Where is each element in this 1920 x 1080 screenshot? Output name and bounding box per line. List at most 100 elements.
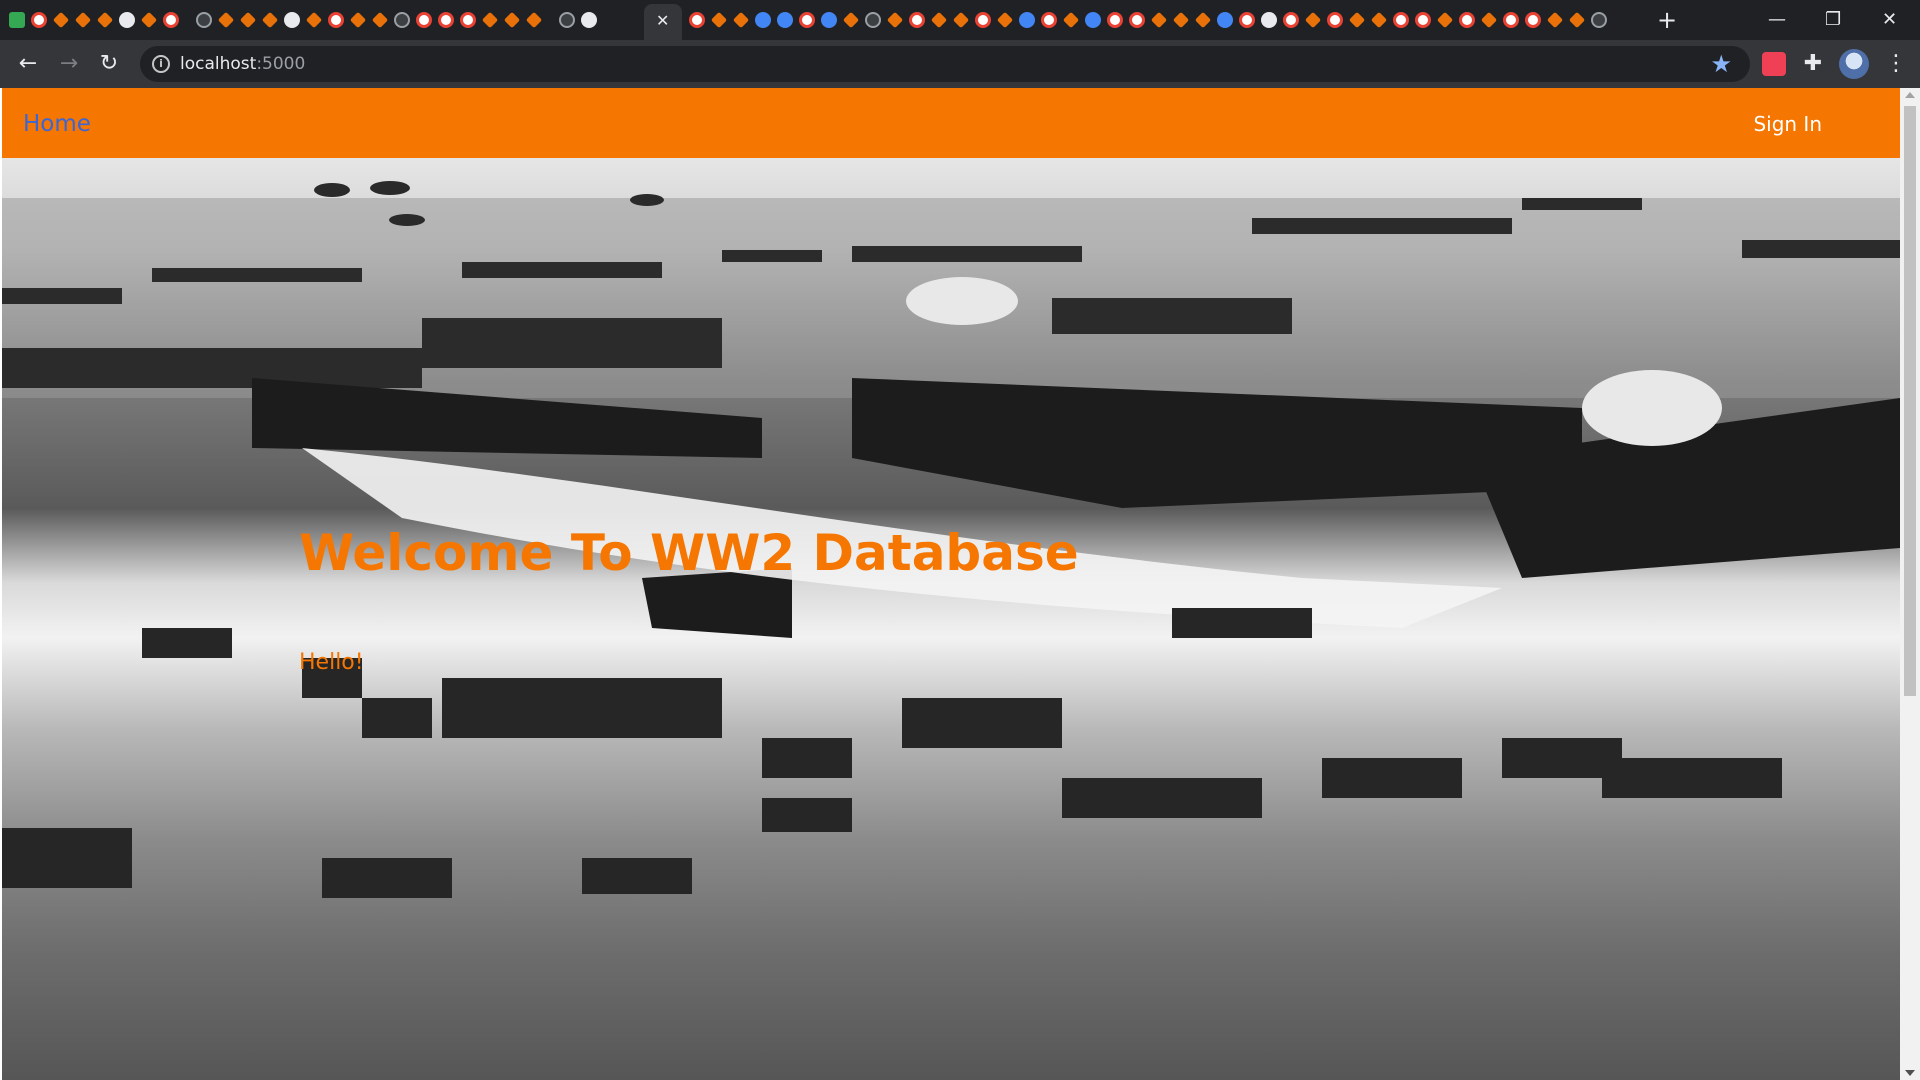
tab-favicon-icon[interactable] [777, 12, 793, 28]
tab-favicon-icon[interactable] [1436, 11, 1454, 29]
tab-favicon-icon[interactable] [1129, 12, 1145, 28]
tab-favicon-icon[interactable] [416, 12, 432, 28]
tab-favicon-icon[interactable] [710, 11, 728, 29]
hero-background-photo [2, 181, 1900, 898]
tab-favicon-icon[interactable] [1304, 11, 1322, 29]
restore-button[interactable]: ❐ [1825, 6, 1841, 34]
tab-favicon-icon[interactable] [481, 11, 499, 29]
tab-close-icon[interactable]: ✕ [656, 10, 669, 32]
url-text[interactable]: localhost:5000 [180, 54, 305, 74]
tab-strip: ✕ + — ❐ ✕ [0, 0, 1920, 40]
tab-favicon-icon[interactable] [119, 12, 135, 28]
forward-arrow-icon[interactable]: → [55, 50, 83, 78]
info-icon[interactable]: i [152, 55, 170, 73]
tab-favicon-icon[interactable] [1591, 12, 1607, 28]
scrollbar-thumb[interactable] [1904, 106, 1916, 696]
tab-favicon-icon[interactable] [1327, 12, 1343, 28]
tab-favicon-icon[interactable] [1041, 12, 1057, 28]
tab-favicon-icon[interactable] [140, 11, 158, 29]
tab-favicon-icon[interactable] [74, 11, 92, 29]
tab-favicon-icon[interactable] [96, 11, 114, 29]
tab-favicon-icon[interactable] [196, 12, 212, 28]
tab-favicon-icon[interactable] [460, 12, 476, 28]
tab-favicon-icon[interactable] [217, 11, 235, 29]
tab-favicon-icon[interactable] [755, 12, 771, 28]
tab-favicon-icon[interactable] [930, 11, 948, 29]
tab-favicon-icon[interactable] [525, 11, 543, 29]
tab-favicon-icon[interactable] [732, 11, 750, 29]
minimize-button[interactable]: — [1768, 6, 1786, 34]
home-link[interactable]: Home [23, 110, 91, 138]
url-port: :5000 [256, 54, 306, 74]
url-host: localhost [180, 54, 257, 74]
tab-favicon-icon[interactable] [842, 11, 860, 29]
reload-icon[interactable]: ↻ [95, 50, 123, 78]
page-viewport: Home Sign In Welcome To WW2 Database Hel… [0, 88, 1920, 1080]
hero-subtitle: Hello! [299, 650, 364, 675]
kebab-menu-icon[interactable]: ⋮ [1884, 52, 1908, 76]
tab-favicon-icon[interactable] [1283, 12, 1299, 28]
address-bar[interactable]: i localhost:5000 ★ [140, 46, 1750, 82]
tab-favicon-icon[interactable] [328, 12, 344, 28]
tab-favicon-icon[interactable] [1172, 11, 1190, 29]
tab-favicon-icon[interactable] [1503, 12, 1519, 28]
scroll-down-arrow-icon[interactable] [1905, 1070, 1915, 1076]
tab-favicon-icon[interactable] [909, 12, 925, 28]
tab-favicon-icon[interactable] [1415, 12, 1431, 28]
tab-favicon-icon[interactable] [1393, 12, 1409, 28]
browser-toolbar: ← → ↻ i localhost:5000 ★ ✚ ⋮ [0, 40, 1920, 88]
site-navbar: Home Sign In [2, 88, 1900, 158]
tab-favicon-icon[interactable] [975, 12, 991, 28]
tab-favicon-icon[interactable] [1107, 12, 1123, 28]
avatar-icon[interactable] [1839, 49, 1869, 79]
back-arrow-icon[interactable]: ← [14, 50, 42, 78]
tab-favicon-icon[interactable] [689, 12, 705, 28]
tab-favicon-icon[interactable] [1019, 12, 1035, 28]
window-close-button[interactable]: ✕ [1882, 6, 1897, 34]
tab-favicon-icon[interactable] [1217, 12, 1233, 28]
tab-favicon-icon[interactable] [9, 12, 25, 28]
tab-favicon-icon[interactable] [1150, 11, 1168, 29]
tab-favicon-icon[interactable] [1261, 12, 1277, 28]
tab-favicon-icon[interactable] [952, 11, 970, 29]
tab-favicon-icon[interactable] [1194, 11, 1212, 29]
tab-favicon-icon[interactable] [284, 12, 300, 28]
tab-favicon-icon[interactable] [865, 12, 881, 28]
tab-favicon-icon[interactable] [349, 11, 367, 29]
tab-favicon-icon[interactable] [163, 12, 179, 28]
tab-favicon-icon[interactable] [1525, 12, 1541, 28]
tab-favicon-icon[interactable] [503, 11, 521, 29]
tab-favicon-icon[interactable] [1459, 12, 1475, 28]
tab-favicon-icon[interactable] [1370, 11, 1388, 29]
scroll-up-arrow-icon[interactable] [1905, 92, 1915, 98]
tab-favicon-icon[interactable] [371, 11, 389, 29]
tab-favicon-icon[interactable] [799, 12, 815, 28]
star-icon[interactable]: ★ [1710, 50, 1732, 78]
puzzle-icon[interactable]: ✚ [1801, 52, 1825, 76]
page-scrollbar[interactable] [1900, 88, 1920, 1080]
new-tab-button[interactable]: + [1657, 6, 1677, 34]
active-tab[interactable]: ✕ [644, 4, 682, 40]
tab-favicon-icon[interactable] [559, 12, 575, 28]
tab-favicon-icon[interactable] [438, 12, 454, 28]
tab-favicon-icon[interactable] [1062, 11, 1080, 29]
tab-favicon-icon[interactable] [1546, 11, 1564, 29]
tab-favicon-icon[interactable] [52, 11, 70, 29]
tab-favicon-icon[interactable] [31, 12, 47, 28]
tab-favicon-icon[interactable] [1348, 11, 1366, 29]
tab-favicon-icon[interactable] [1568, 11, 1586, 29]
pocket-icon[interactable] [1762, 52, 1786, 76]
tab-favicon-icon[interactable] [1239, 12, 1255, 28]
tab-favicon-icon[interactable] [239, 11, 257, 29]
tab-favicon-icon[interactable] [1085, 12, 1101, 28]
tab-favicon-icon[interactable] [1480, 11, 1498, 29]
sign-in-link[interactable]: Sign In [1753, 111, 1822, 137]
tab-favicon-icon[interactable] [261, 11, 279, 29]
tab-favicon-icon[interactable] [996, 11, 1014, 29]
tab-favicon-icon[interactable] [305, 11, 323, 29]
tab-favicon-icon[interactable] [886, 11, 904, 29]
tab-favicon-icon[interactable] [821, 12, 837, 28]
hero-title: Welcome To WW2 Database [299, 524, 1079, 582]
tab-favicon-icon[interactable] [394, 12, 410, 28]
tab-favicon-icon[interactable] [581, 12, 597, 28]
